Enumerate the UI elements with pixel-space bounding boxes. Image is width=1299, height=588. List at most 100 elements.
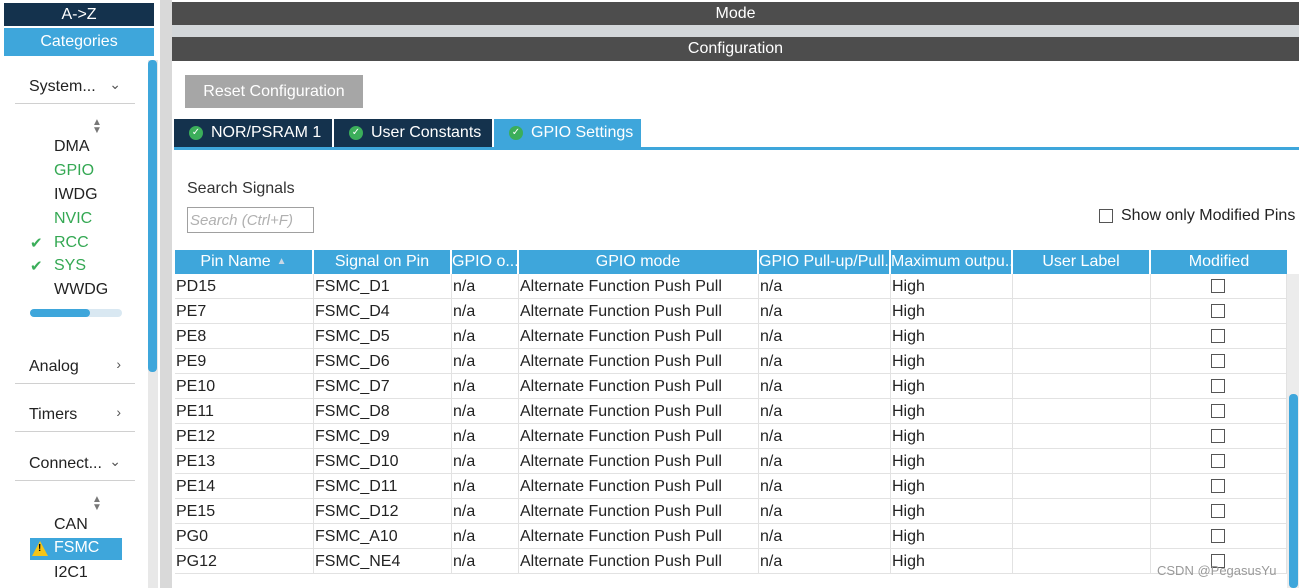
cell-gpio-output: n/a [452, 424, 519, 449]
table-row[interactable]: PD15 FSMC_D1 n/a Alternate Function Push Pu… [175, 274, 1287, 299]
item-label: CAN [54, 516, 88, 533]
table-row[interactable]: PE8 FSMC_D5 n/a Alternate Function Push Pul… [175, 324, 1287, 349]
cell-gpio-pull: n/a [759, 324, 891, 349]
cell-user-label[interactable] [1013, 449, 1151, 474]
table-row[interactable]: PE13 FSMC_D10 n/a Alternate Function Push P… [175, 449, 1287, 474]
show-modified-label: Show only Modified Pins [1121, 207, 1296, 224]
cell-user-label[interactable] [1013, 424, 1151, 449]
cell-user-label[interactable] [1013, 524, 1151, 549]
cell-user-label[interactable] [1013, 324, 1151, 349]
cell-max-speed: High [891, 399, 1013, 424]
sort-icon[interactable]: ▲ ▼ [92, 118, 102, 136]
column-user-label[interactable]: User Label [1013, 250, 1151, 274]
cell-user-label[interactable] [1013, 474, 1151, 499]
list-item-gpio[interactable]: GPIO [30, 161, 122, 183]
cell-user-label[interactable] [1013, 299, 1151, 324]
category-label: Timers [29, 406, 78, 423]
tab-nor-psram-1[interactable]: ✓ NOR/PSRAM 1 [174, 119, 332, 147]
tab-gpio-settings[interactable]: ✓ GPIO Settings [494, 119, 641, 147]
category-connectivity[interactable]: Connect... ⌄ [15, 447, 135, 481]
cell-pin-name: PD15 [175, 274, 314, 299]
table-row[interactable]: PG0 FSMC_A10 n/a Alternate Function Push Pu… [175, 524, 1287, 549]
check-circle-icon: ✓ [349, 126, 363, 140]
column-gpio-output[interactable]: GPIO o... [452, 250, 519, 274]
horizontal-scrollbar-thumb[interactable] [30, 309, 90, 317]
mode-header[interactable]: Mode [172, 2, 1299, 25]
table-scrollbar-thumb[interactable] [1289, 394, 1298, 588]
list-item-nvic[interactable]: NVIC [30, 209, 122, 231]
warning-mark: ! [38, 543, 42, 554]
cell-user-label[interactable] [1013, 499, 1151, 524]
table-row[interactable]: PG12 FSMC_NE4 n/a Alternate Function Push P… [175, 549, 1287, 574]
cell-user-label[interactable] [1013, 549, 1151, 574]
modified-checkbox[interactable] [1211, 479, 1225, 493]
modified-checkbox[interactable] [1211, 354, 1225, 368]
search-input[interactable] [187, 207, 314, 233]
cell-gpio-pull: n/a [759, 349, 891, 374]
modified-checkbox[interactable] [1211, 379, 1225, 393]
column-gpio-pull[interactable]: GPIO Pull-up/Pull... [759, 250, 891, 274]
list-item-fsmc[interactable]: ! FSMC [30, 538, 122, 560]
cell-user-label[interactable] [1013, 399, 1151, 424]
reset-configuration-button[interactable]: Reset Configuration [185, 75, 363, 108]
list-item-can[interactable]: CAN [30, 515, 122, 537]
cell-max-speed: High [891, 424, 1013, 449]
cell-signal: FSMC_D6 [314, 349, 452, 374]
cell-gpio-pull: n/a [759, 274, 891, 299]
modified-checkbox[interactable] [1211, 329, 1225, 343]
categories-scrollbar-thumb[interactable] [148, 60, 157, 372]
column-signal-on-pin[interactable]: Signal on Pin [314, 250, 452, 274]
cell-gpio-pull: n/a [759, 474, 891, 499]
sort-az-button[interactable]: A->Z [4, 3, 154, 26]
modified-checkbox[interactable] [1211, 504, 1225, 518]
cell-gpio-mode: Alternate Function Push Pull [519, 499, 759, 524]
categories-panel: A->Z Categories System... ⌄ ▲ ▼ DMA GPIO … [0, 0, 160, 588]
table-row[interactable]: PE7 FSMC_D4 n/a Alternate Function Push Pul… [175, 299, 1287, 324]
cell-signal: FSMC_D8 [314, 399, 452, 424]
cell-signal: FSMC_D9 [314, 424, 452, 449]
table-row[interactable]: PE12 FSMC_D9 n/a Alternate Function Push Pu… [175, 424, 1287, 449]
modified-checkbox[interactable] [1211, 304, 1225, 318]
cell-gpio-pull: n/a [759, 299, 891, 324]
cell-gpio-pull: n/a [759, 424, 891, 449]
table-header: Pin Name ▲ Signal on Pin GPIO o... GPIO m… [175, 250, 1287, 274]
list-item-i2c1[interactable]: I2C1 [30, 563, 122, 585]
category-timers[interactable]: Timers › [15, 398, 135, 432]
cell-gpio-output: n/a [452, 524, 519, 549]
watermark: CSDN @PegasusYu [1157, 563, 1277, 578]
cell-user-label[interactable] [1013, 274, 1151, 299]
table-row[interactable]: PE9 FSMC_D6 n/a Alternate Function Push Pul… [175, 349, 1287, 374]
list-item-sys[interactable]: ✔ SYS [30, 256, 122, 278]
modified-checkbox[interactable] [1211, 454, 1225, 468]
cell-modified [1151, 374, 1287, 399]
cell-user-label[interactable] [1013, 374, 1151, 399]
tab-user-constants[interactable]: ✓ User Constants [334, 119, 492, 147]
sort-arrow-icon: ▲ [276, 256, 287, 267]
cell-user-label[interactable] [1013, 349, 1151, 374]
column-gpio-mode[interactable]: GPIO mode [519, 250, 759, 274]
list-item-rcc[interactable]: ✔ RCC [30, 233, 122, 255]
modified-checkbox[interactable] [1211, 404, 1225, 418]
sort-icon[interactable]: ▲ ▼ [92, 495, 102, 513]
category-analog[interactable]: Analog › [15, 350, 135, 384]
cell-pin-name: PE7 [175, 299, 314, 324]
categories-button[interactable]: Categories [4, 28, 154, 56]
column-max-output-speed[interactable]: Maximum outpu... [891, 250, 1013, 274]
table-row[interactable]: PE11 FSMC_D8 n/a Alternate Function Push Pu… [175, 399, 1287, 424]
list-item-iwdg[interactable]: IWDG [30, 185, 122, 207]
category-system-core[interactable]: System... ⌄ [15, 70, 135, 104]
column-modified[interactable]: Modified [1151, 250, 1287, 274]
column-pin-name[interactable]: Pin Name ▲ [175, 250, 314, 274]
checkbox-box[interactable] [1099, 209, 1113, 223]
list-item-dma[interactable]: DMA [30, 137, 122, 159]
table-row[interactable]: PE10 FSMC_D7 n/a Alternate Function Push Pu… [175, 374, 1287, 399]
list-item-wwdg[interactable]: WWDG [30, 280, 122, 302]
modified-checkbox[interactable] [1211, 429, 1225, 443]
table-row[interactable]: PE15 FSMC_D12 n/a Alternate Function Push P… [175, 499, 1287, 524]
panel-divider[interactable] [160, 0, 172, 588]
table-row[interactable]: PE14 FSMC_D11 n/a Alternate Function Push P… [175, 474, 1287, 499]
modified-checkbox[interactable] [1211, 279, 1225, 293]
modified-checkbox[interactable] [1211, 529, 1225, 543]
cell-signal: FSMC_D7 [314, 374, 452, 399]
tab-label: User Constants [371, 124, 482, 141]
